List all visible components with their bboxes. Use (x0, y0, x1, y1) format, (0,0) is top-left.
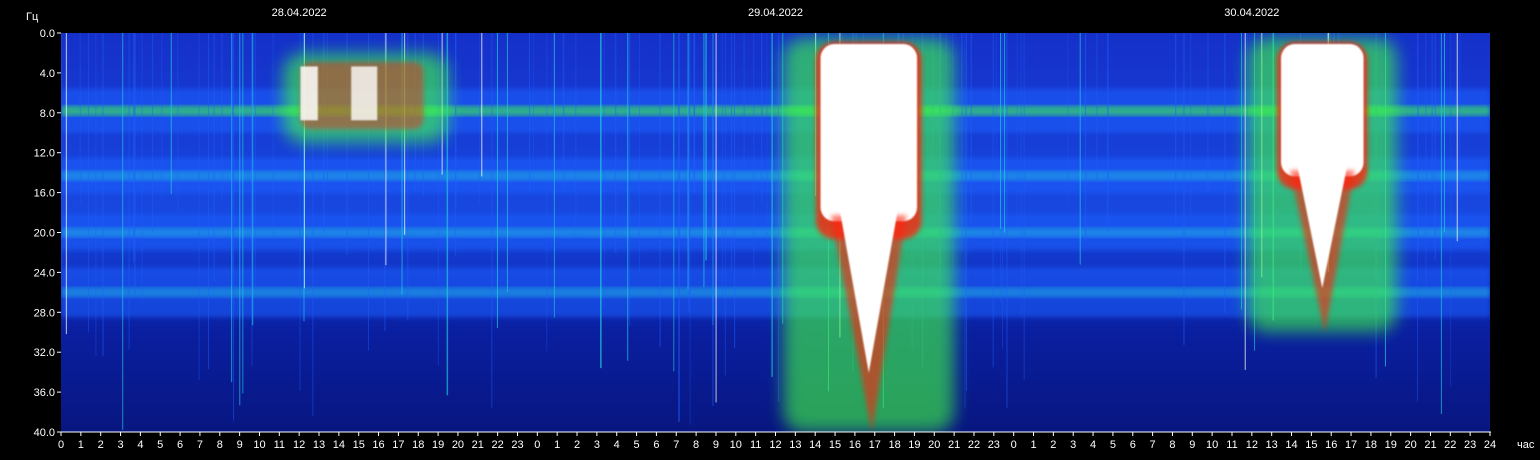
burst-core (820, 43, 918, 222)
x-tick-label: 8 (217, 439, 223, 451)
x-tick-label: 21 (472, 439, 484, 451)
x-tick-label: 11 (750, 439, 761, 451)
x-tick-label: 2 (1050, 439, 1056, 451)
y-tick-label: 4.0 (40, 68, 55, 80)
spectrogram-chart: Гц час 0.0 4.0 8.0 12.0 16.0 20.0 24.0 28.0 32.0… (0, 0, 1540, 460)
x-tick-label: 10 (253, 439, 265, 451)
burst-core (1281, 43, 1364, 177)
y-tick-label: 12.0 (34, 148, 55, 160)
x-tick-label: 7 (1150, 439, 1156, 451)
x-tick-label: 20 (928, 439, 940, 451)
x-tick-label: 4 (614, 439, 620, 451)
x-tick-label: 0 (1011, 439, 1017, 451)
x-tick-label: 10 (730, 439, 742, 451)
x-tick-label: 12 (769, 439, 781, 451)
x-tick-label: 13 (789, 439, 801, 451)
x-tick-label: 16 (849, 439, 861, 451)
x-tick-label: 17 (392, 439, 404, 451)
x-tick-label: 14 (333, 439, 345, 451)
x-tick-label: 8 (1169, 439, 1175, 451)
x-tick-label: 21 (948, 439, 960, 451)
plot-area (61, 33, 1490, 432)
x-tick-label: 24 (1484, 439, 1496, 451)
y-tick-label: 40.0 (34, 427, 55, 439)
x-tick-label: 15 (1305, 439, 1317, 451)
date-label: 29.04.2022 (748, 7, 803, 19)
x-tick-label: 1 (1030, 439, 1036, 451)
x-tick-label: 11 (274, 439, 285, 451)
x-tick-label: 0 (58, 439, 64, 451)
burst-core (300, 66, 318, 121)
x-axis-label: час (1517, 439, 1535, 451)
x-tick-label: 1 (78, 439, 84, 451)
x-tick-label: 19 (1385, 439, 1397, 451)
x-tick-label: 7 (673, 439, 679, 451)
y-tick-label: 20.0 (34, 228, 55, 240)
x-tick-label: 20 (452, 439, 464, 451)
x-tick-label: 15 (353, 439, 365, 451)
x-tick-label: 0 (534, 439, 540, 451)
x-tick-label: 6 (1130, 439, 1136, 451)
x-tick-label: 14 (809, 439, 821, 451)
x-tick-label: 5 (634, 439, 640, 451)
x-tick-label: 21 (1424, 439, 1436, 451)
x-tick-label: 9 (713, 439, 719, 451)
x-tick-label: 17 (1345, 439, 1357, 451)
x-tick-label: 13 (313, 439, 325, 451)
x-tick-label: 11 (1226, 439, 1237, 451)
x-tick-label: 23 (988, 439, 1000, 451)
x-tick-label: 6 (653, 439, 659, 451)
x-tick-label: 9 (237, 439, 243, 451)
x-tick-label: 19 (908, 439, 920, 451)
y-axis-label: Гц (26, 11, 39, 23)
y-tick-label: 8.0 (40, 108, 55, 120)
date-label: 30.04.2022 (1224, 7, 1279, 19)
x-tick-label: 16 (372, 439, 384, 451)
x-tick-label: 5 (1110, 439, 1116, 451)
x-tick-label: 6 (177, 439, 183, 451)
x-tick-label: 22 (968, 439, 980, 451)
x-tick-label: 13 (1266, 439, 1278, 451)
x-tick-label: 23 (511, 439, 523, 451)
y-tick-label: 24.0 (34, 267, 55, 279)
x-tick-label: 16 (1325, 439, 1337, 451)
y-tick-label: 32.0 (34, 347, 55, 359)
x-tick-label: 9 (1189, 439, 1195, 451)
x-tick-label: 18 (888, 439, 900, 451)
x-tick-label: 22 (1444, 439, 1456, 451)
x-tick-label: 15 (829, 439, 841, 451)
x-tick-label: 14 (1285, 439, 1297, 451)
burst-core (351, 66, 378, 121)
x-tick-label: 1 (554, 439, 560, 451)
y-tick-label: 28.0 (34, 307, 55, 319)
x-tick-label: 22 (492, 439, 504, 451)
x-tick-label: 8 (693, 439, 699, 451)
x-tick-label: 19 (432, 439, 444, 451)
y-tick-label: 0.0 (40, 28, 55, 40)
x-tick-label: 3 (594, 439, 600, 451)
x-tick-label: 18 (412, 439, 424, 451)
x-tick-label: 12 (293, 439, 305, 451)
x-tick-label: 2 (98, 439, 104, 451)
y-tick-label: 16.0 (34, 188, 55, 200)
x-tick-label: 2 (574, 439, 580, 451)
x-tick-label: 3 (117, 439, 123, 451)
x-tick-label: 7 (197, 439, 203, 451)
x-tick-label: 4 (137, 439, 143, 451)
x-tick-label: 17 (869, 439, 881, 451)
x-tick-label: 3 (1070, 439, 1076, 451)
x-tick-label: 23 (1464, 439, 1476, 451)
x-tick-label: 20 (1404, 439, 1416, 451)
x-tick-label: 12 (1246, 439, 1258, 451)
x-tick-label: 10 (1206, 439, 1218, 451)
x-tick-label: 5 (157, 439, 163, 451)
x-tick-label: 4 (1090, 439, 1096, 451)
x-tick-label: 18 (1365, 439, 1377, 451)
y-tick-label: 36.0 (34, 387, 55, 399)
date-label: 28.04.2022 (272, 7, 327, 19)
